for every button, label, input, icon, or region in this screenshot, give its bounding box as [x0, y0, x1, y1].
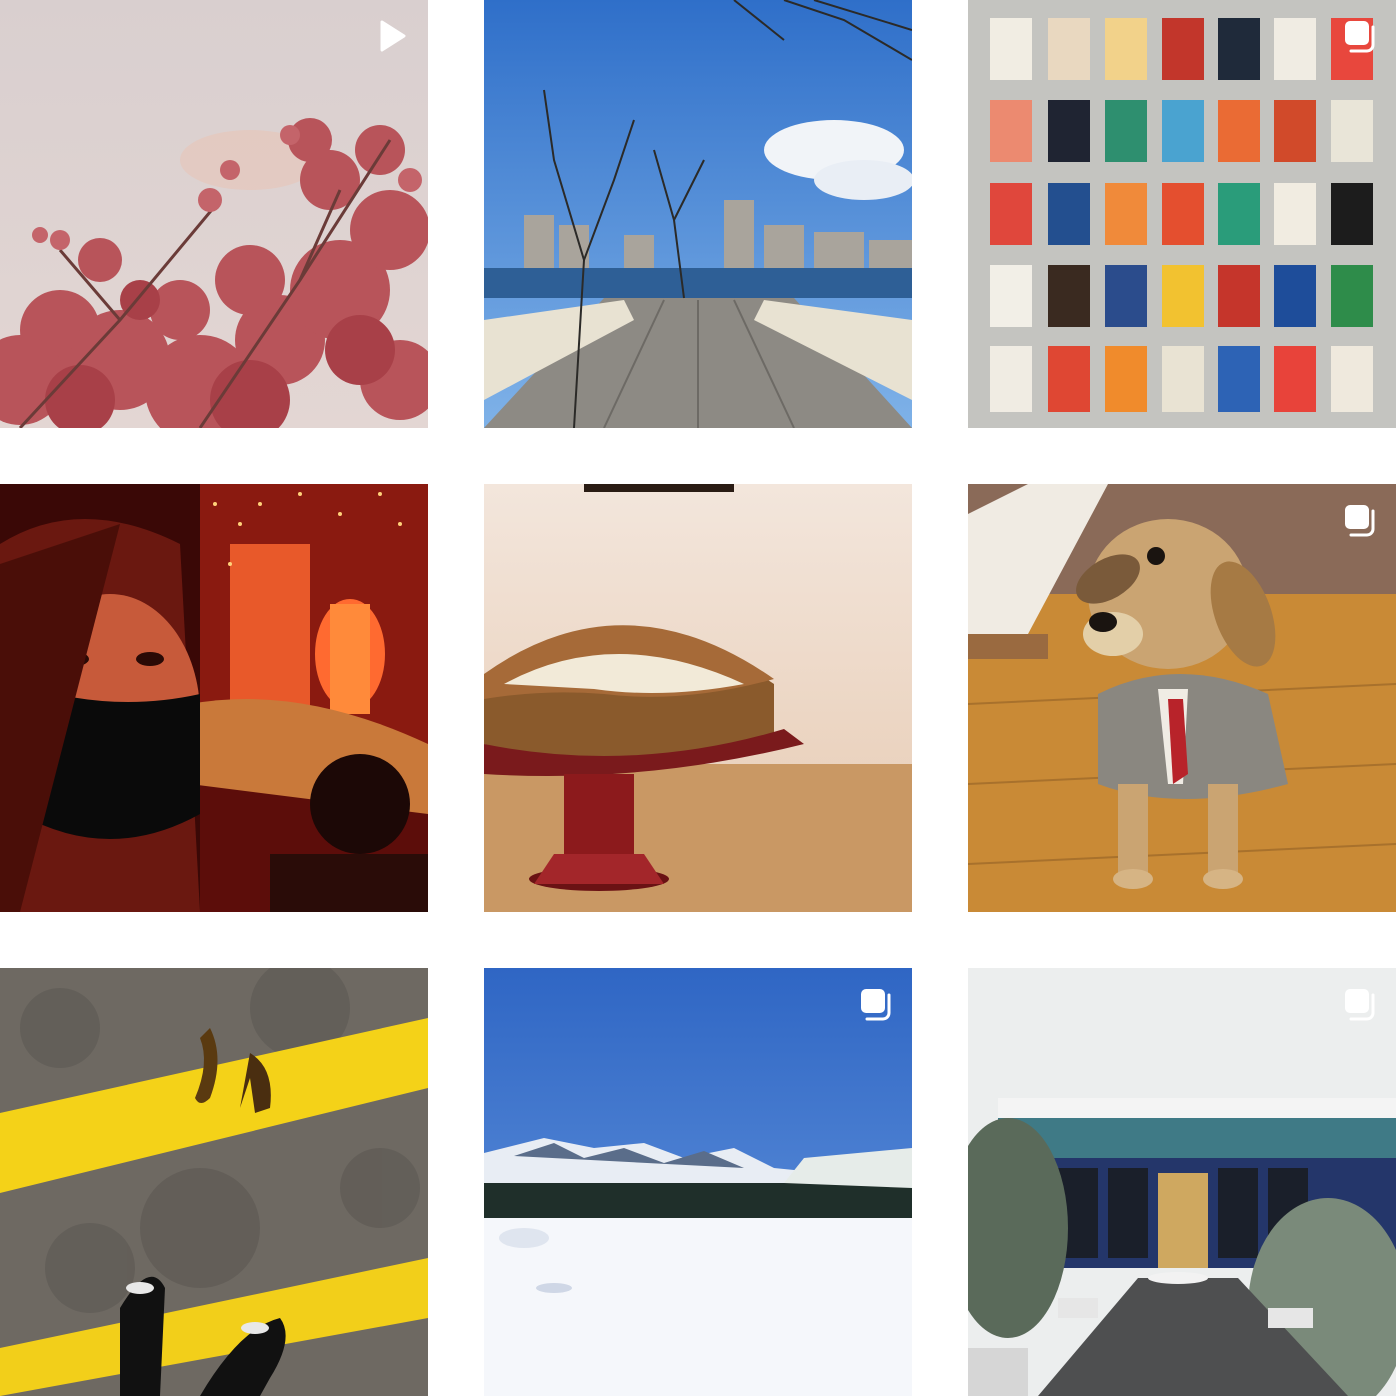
carousel-icon — [1342, 502, 1378, 538]
post-tile-1[interactable] — [0, 0, 428, 428]
post-tile-5[interactable] — [484, 484, 912, 912]
post-tile-3[interactable] — [968, 0, 1396, 428]
post-tile-4[interactable] — [0, 484, 428, 912]
post-image-park-bridge-skyline — [484, 0, 912, 428]
post-image-snowy-mountain-lake — [484, 968, 912, 1396]
carousel-icon — [1342, 18, 1378, 54]
carousel-icon — [1342, 986, 1378, 1022]
post-tile-9[interactable] — [968, 968, 1396, 1396]
post-image-dog-in-suit — [968, 484, 1396, 912]
carousel-icon — [858, 986, 894, 1022]
post-image-snowy-tiled-building — [968, 968, 1396, 1396]
post-tile-7[interactable] — [0, 968, 428, 1396]
post-tile-2[interactable] — [484, 0, 912, 428]
post-image-poster-wall — [968, 0, 1396, 428]
post-tile-6[interactable] — [968, 484, 1396, 912]
post-grid — [0, 0, 1396, 1396]
play-icon — [374, 18, 410, 54]
post-tile-8[interactable] — [484, 968, 912, 1396]
post-image-banana-peels-street — [0, 968, 428, 1396]
post-image-cake-on-stand — [484, 484, 912, 912]
post-image-theater-selfie — [0, 484, 428, 912]
post-image-cherry-blossoms — [0, 0, 428, 428]
